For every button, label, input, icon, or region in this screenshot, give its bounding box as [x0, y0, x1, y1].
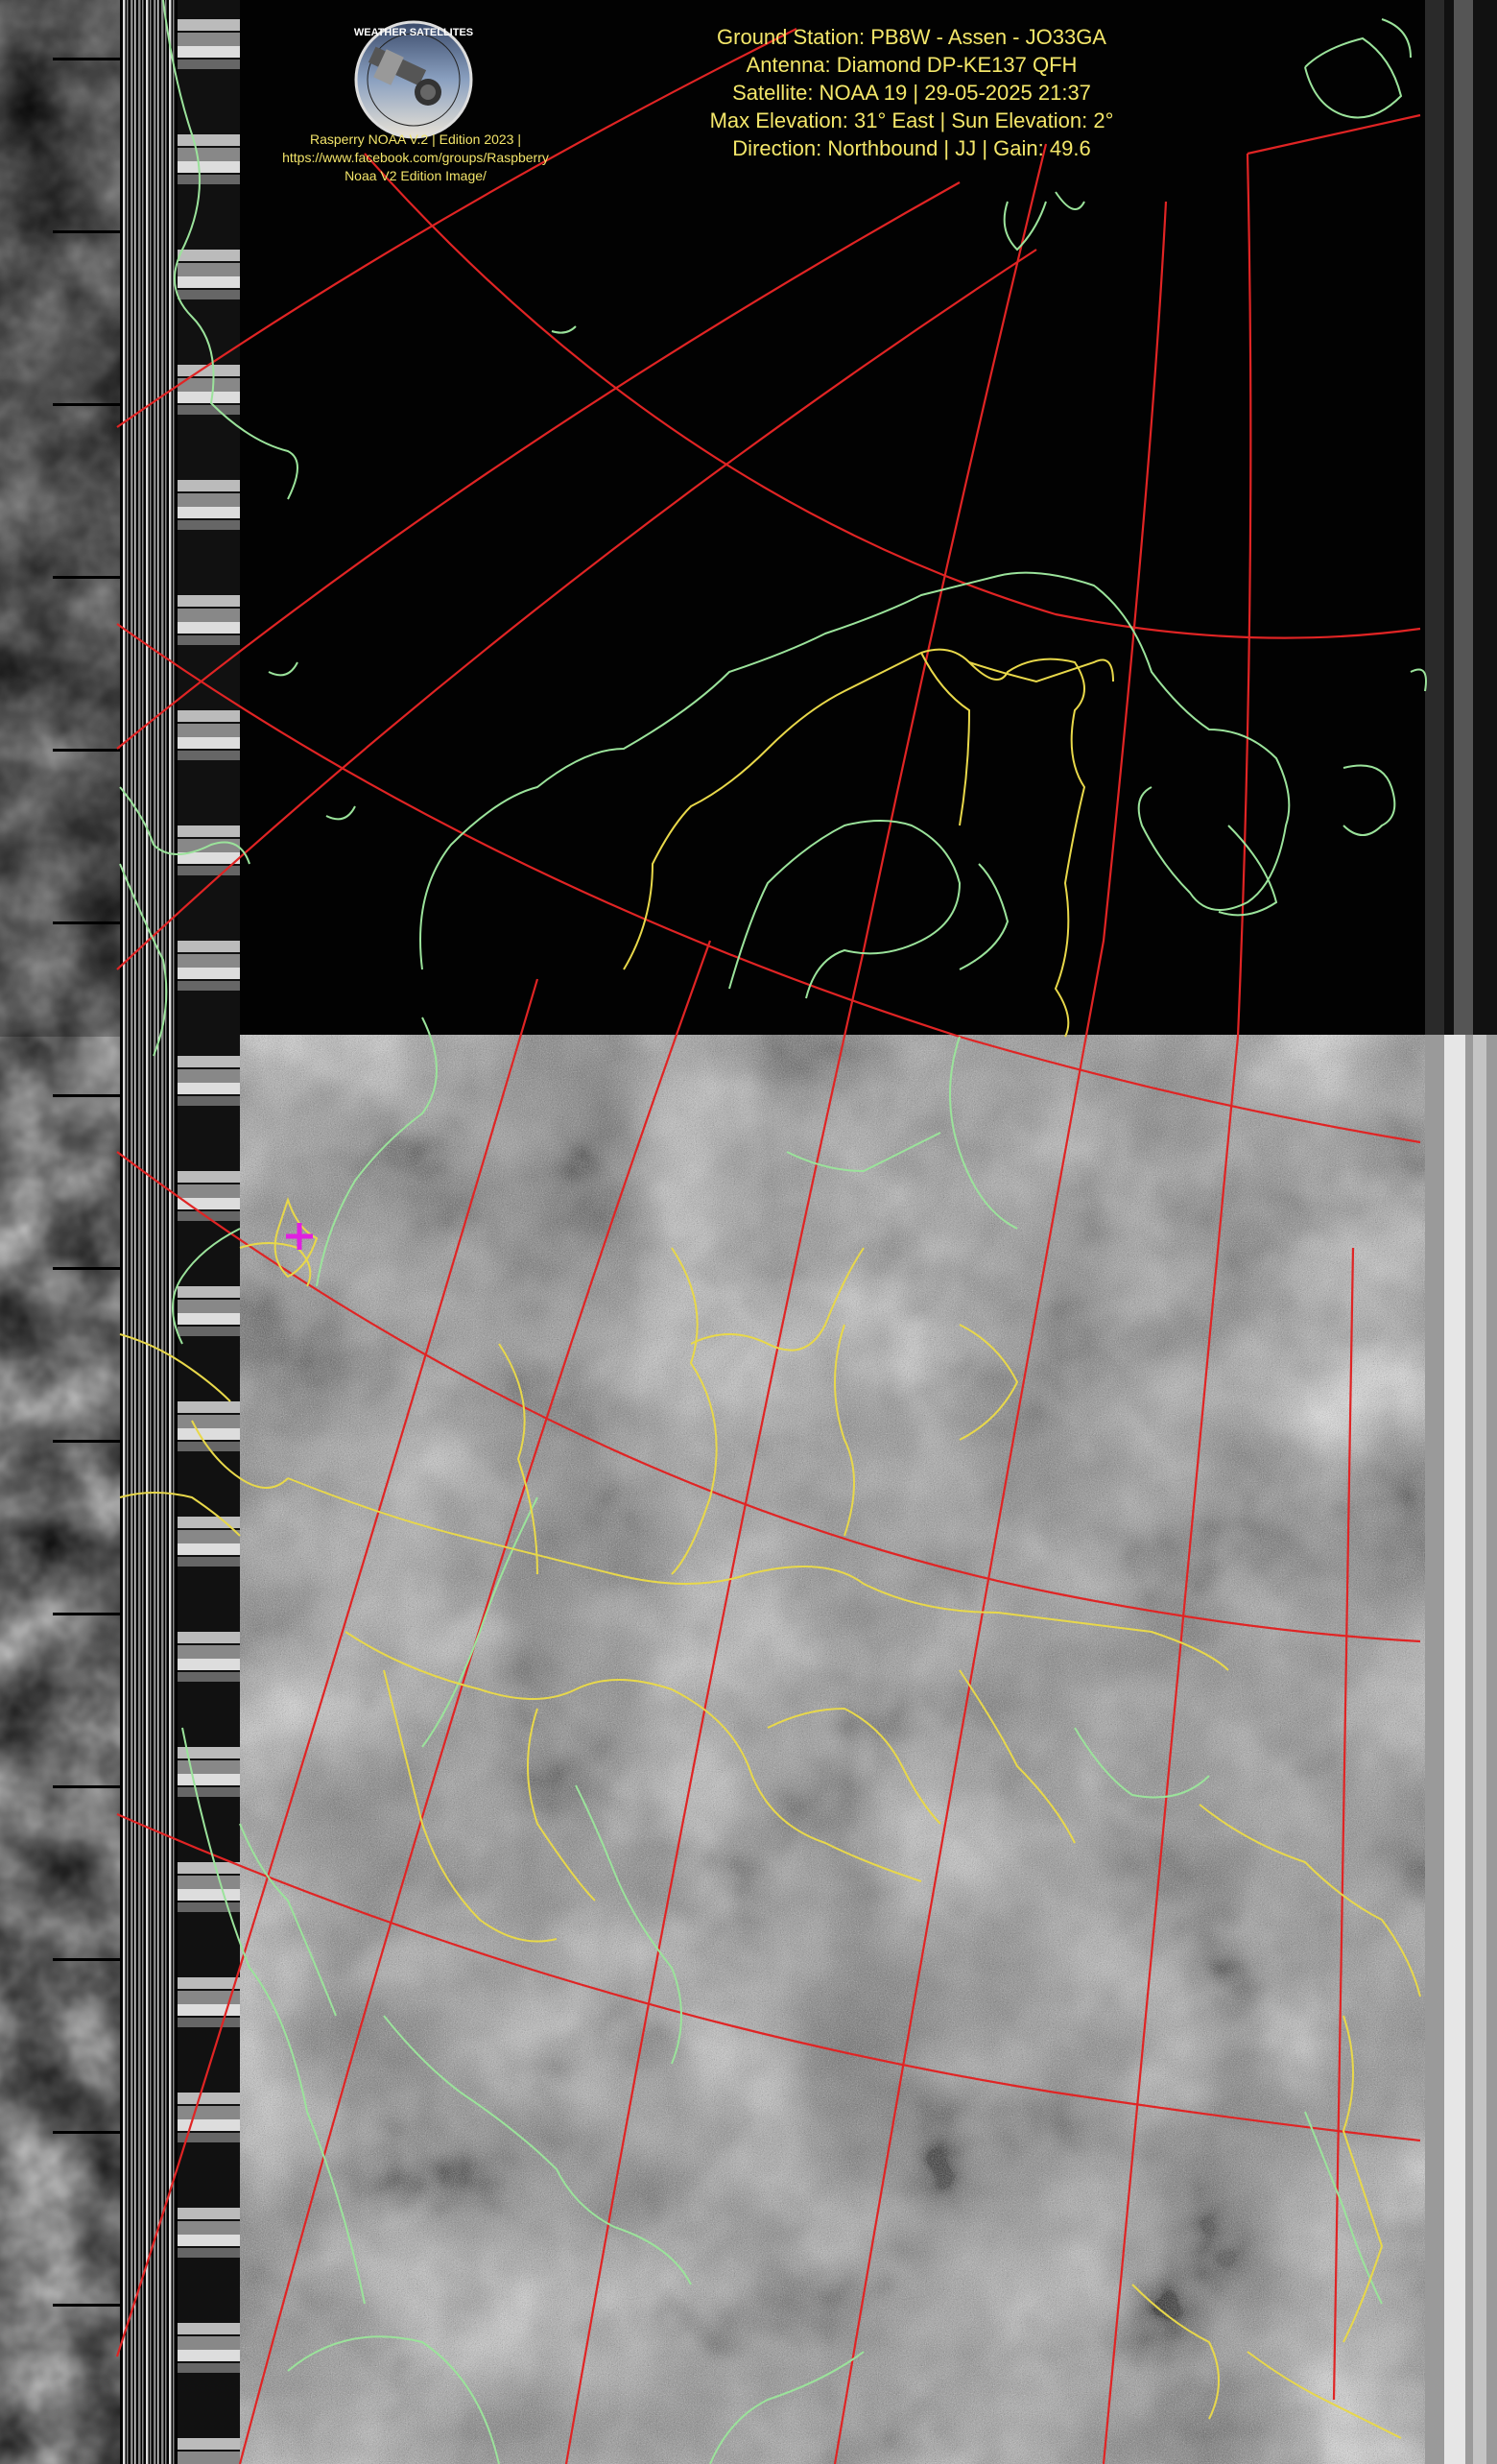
- logo-text: Rasperry NOAA V.2 | Edition 2023 | https…: [257, 131, 574, 185]
- noaa-apt-image: WEATHER SATELLITES: [0, 0, 1497, 2464]
- antenna-text: Antenna: Diamond DP-KE137 QFH: [746, 53, 1078, 77]
- satellite-image: WEATHER SATELLITES Rasperry NOAA V.2 | E…: [0, 0, 1497, 2464]
- cloud-region: [240, 1035, 1425, 2464]
- logo-line-1: Rasperry NOAA V.2 | Edition 2023 |: [310, 132, 521, 147]
- pass-info: Ground Station: PB8W - Assen - JO33GA An…: [633, 23, 1190, 162]
- direction-text: Direction: Northbound | JJ | Gain: 49.6: [732, 136, 1091, 160]
- logo-line-3: Noaa V2 Edition Image/: [345, 168, 487, 183]
- satellite-text: Satellite: NOAA 19 | 29-05-2025 21:37: [732, 81, 1091, 105]
- ground-station-text: Ground Station: PB8W - Assen - JO33GA: [717, 25, 1106, 49]
- elevation-text: Max Elevation: 31° East | Sun Elevation:…: [709, 108, 1114, 132]
- logo-line-2: https://www.facebook.com/groups/Raspberr…: [282, 150, 549, 165]
- logo-caption: Rasperry NOAA V.2 | Edition 2023 | https…: [257, 13, 574, 196]
